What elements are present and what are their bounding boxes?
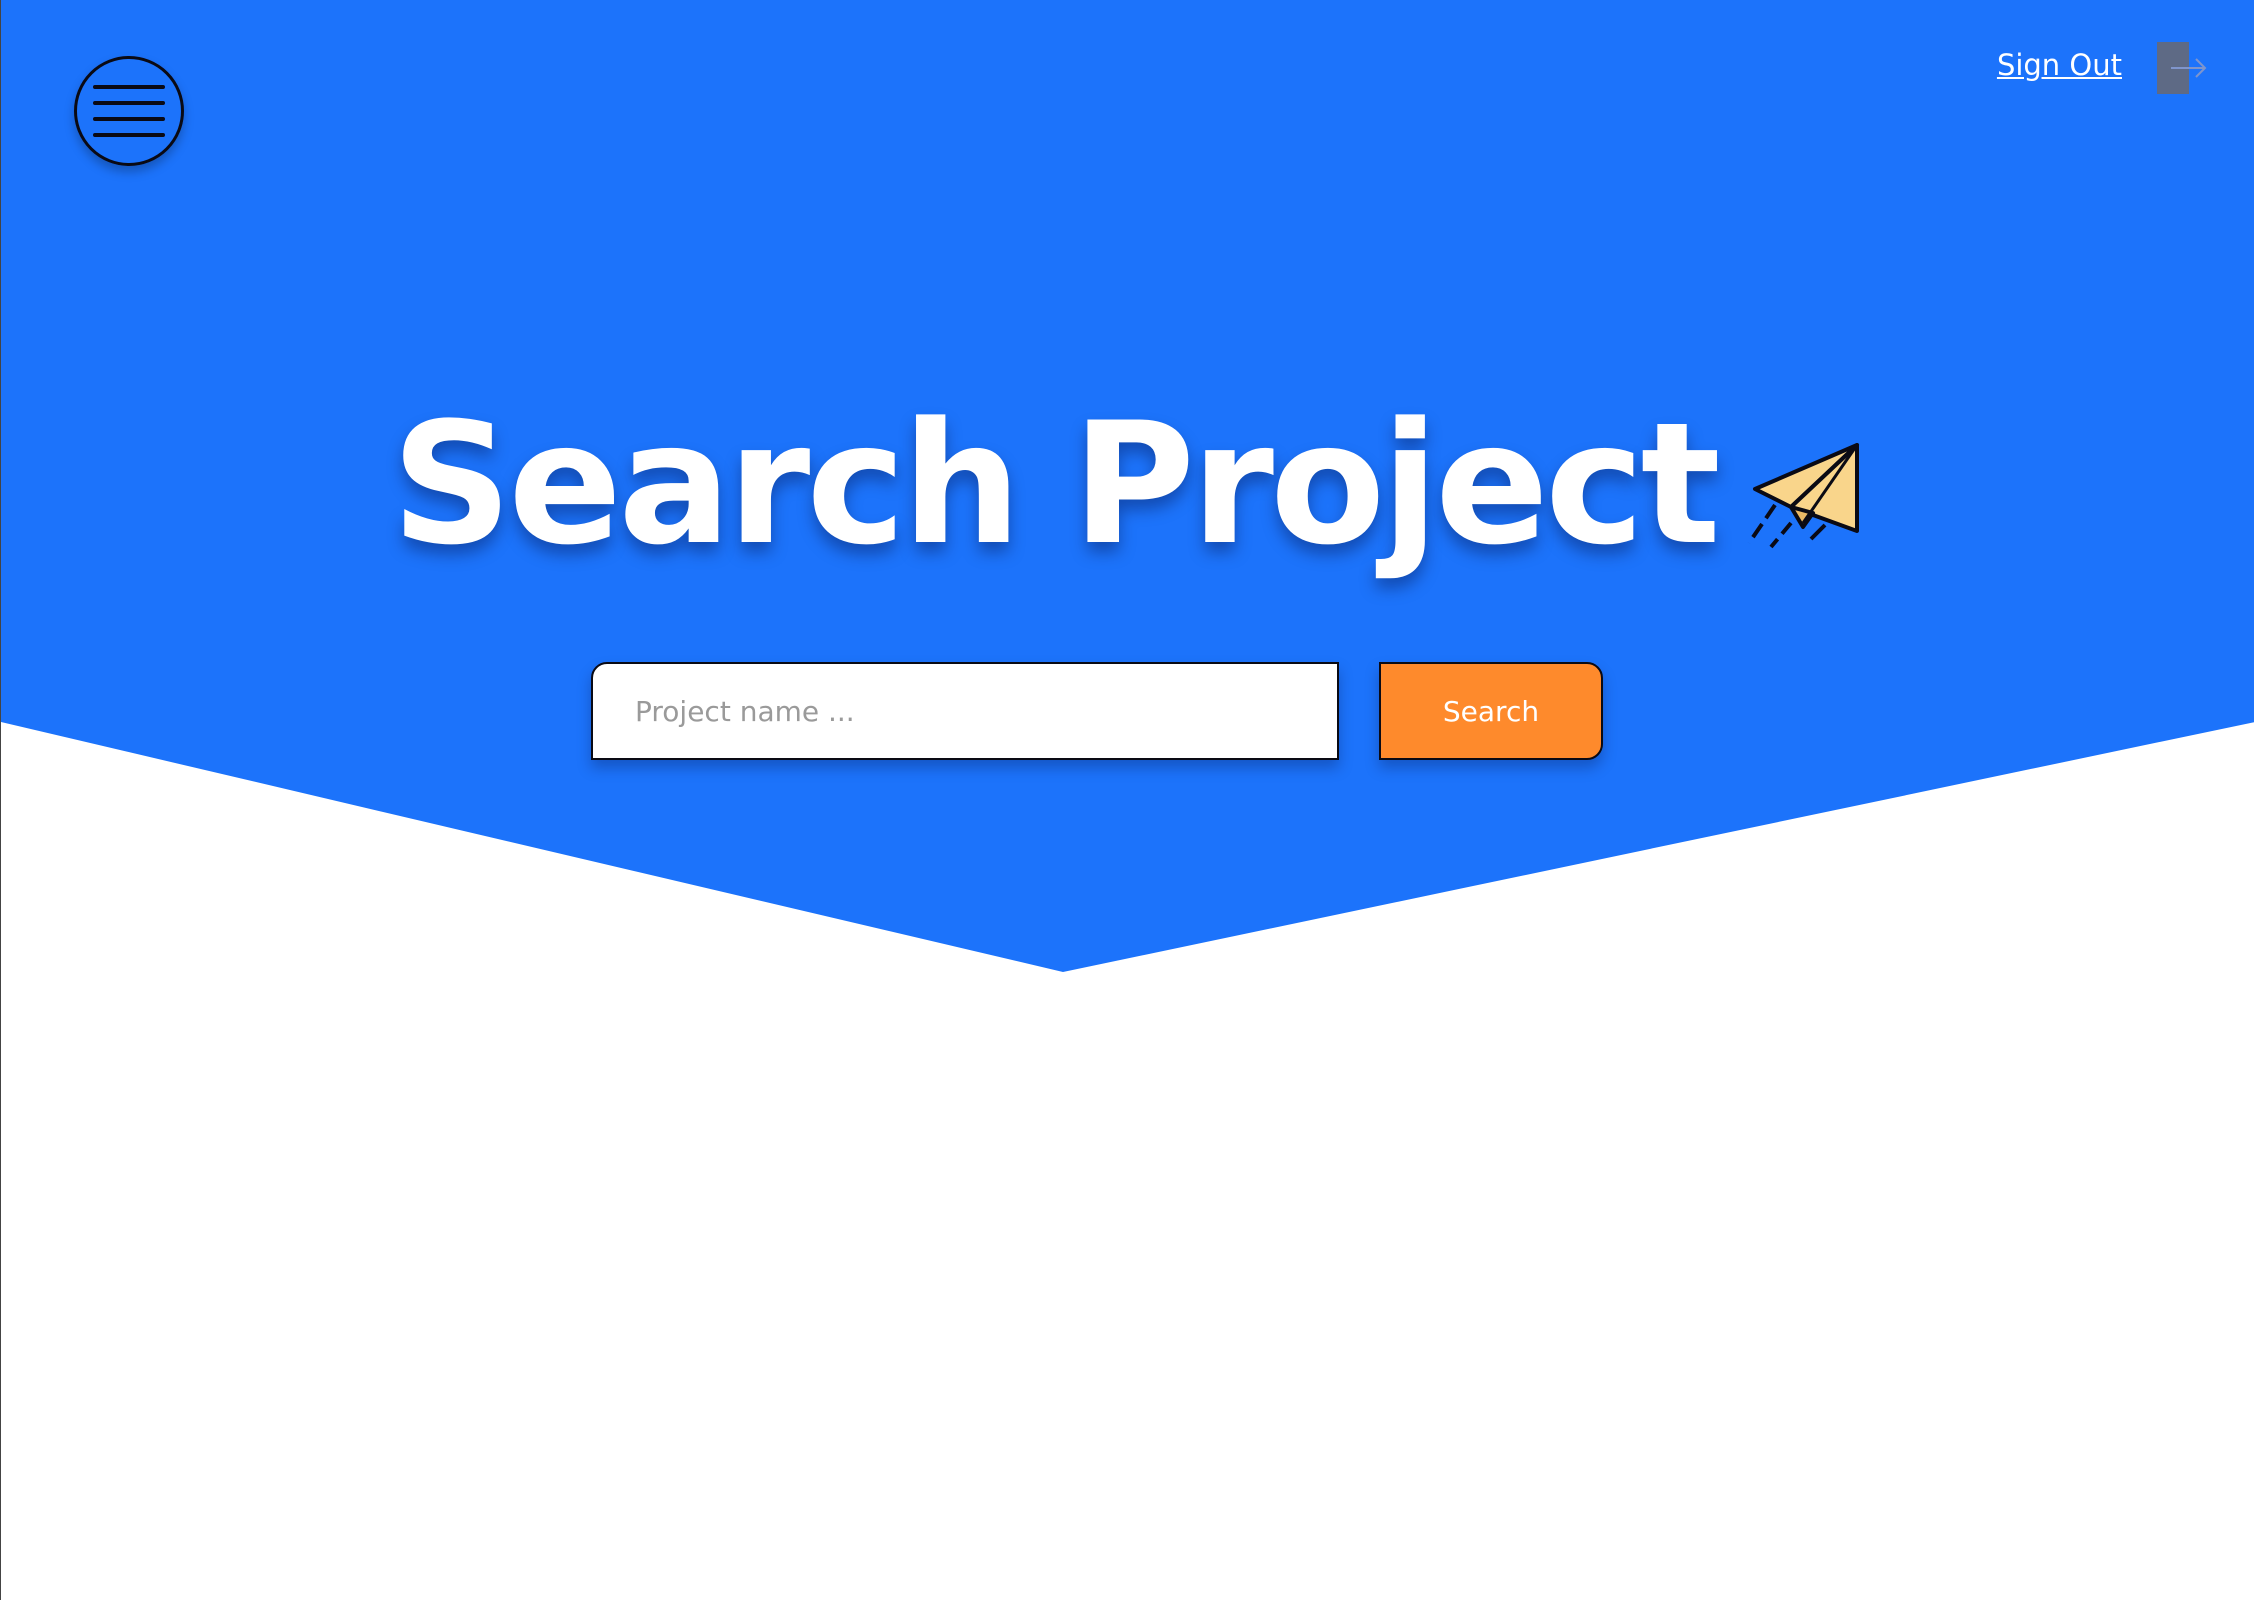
hamburger-menu-icon[interactable] — [74, 56, 184, 166]
paper-plane-icon — [1747, 443, 1859, 549]
hero-background — [1, 0, 2254, 972]
title-row: Search Project — [1, 400, 2254, 568]
page-title: Search Project — [391, 386, 1721, 582]
sign-out-arrow-icon[interactable] — [2155, 42, 2211, 94]
menu-line — [93, 117, 165, 121]
menu-line — [93, 101, 165, 105]
menu-line — [93, 85, 165, 89]
menu-line — [93, 133, 165, 137]
search-project-page: Sign Out Search Project Search — [0, 0, 2254, 1600]
sign-out-link[interactable]: Sign Out — [1997, 48, 2122, 82]
search-button[interactable]: Search — [1379, 662, 1603, 760]
search-input[interactable] — [591, 662, 1339, 760]
